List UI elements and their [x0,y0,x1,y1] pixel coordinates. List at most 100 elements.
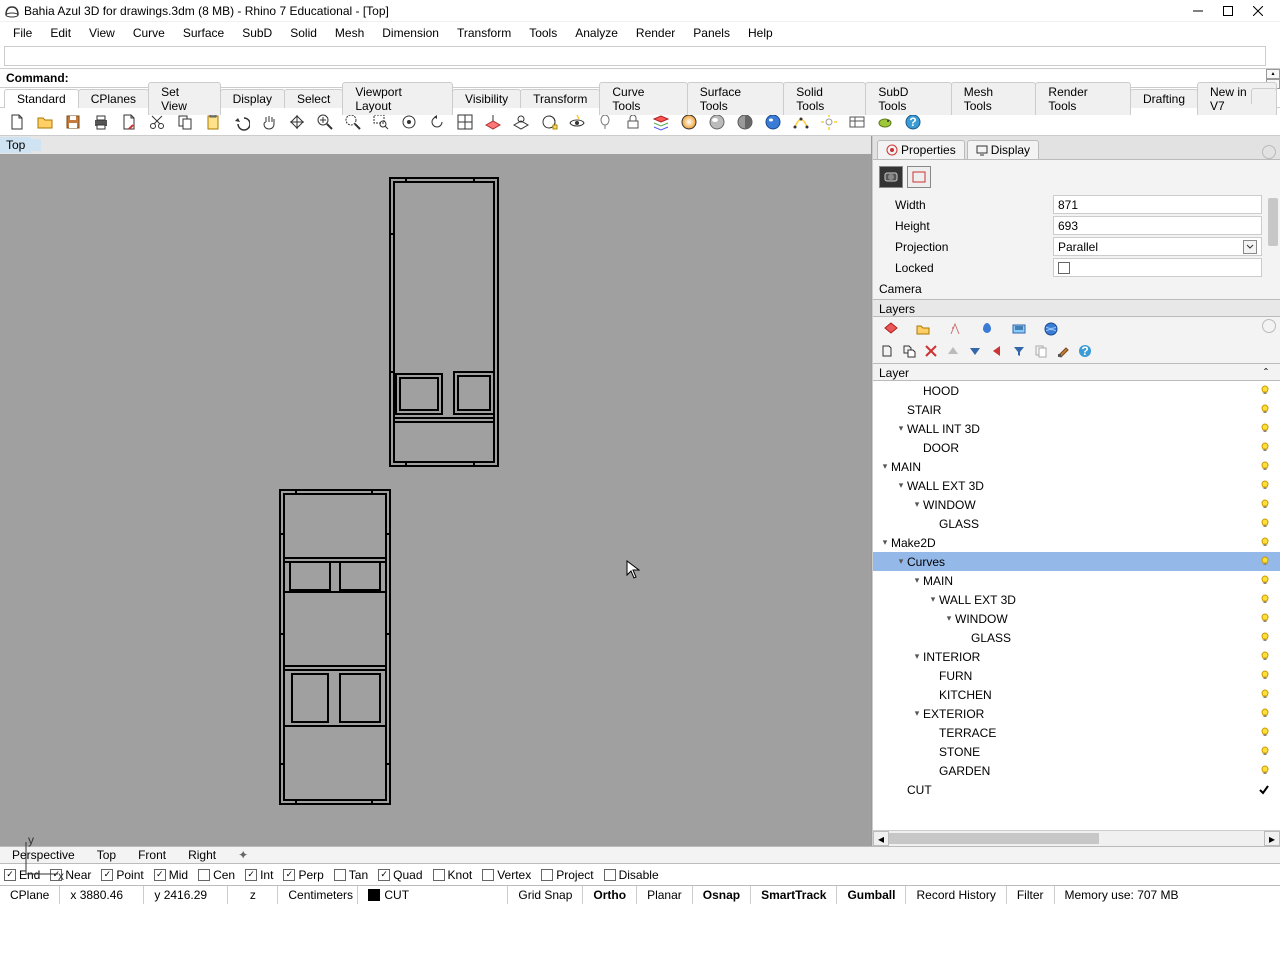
twisty-icon[interactable]: ▾ [895,423,907,434]
twisty-icon[interactable]: ▾ [895,556,907,567]
osnap-perp[interactable]: Perp [283,868,323,882]
checkbox-icon[interactable] [433,869,445,881]
status-osnap[interactable]: Osnap [693,886,751,904]
layer-material-icon[interactable] [947,321,963,337]
layer-row[interactable]: GARDEN [873,761,1280,780]
layer-row[interactable]: STONE [873,742,1280,761]
copy-layer-icon[interactable] [1033,343,1049,359]
prop-height-value[interactable]: 693 [1053,216,1262,235]
set-cplane-icon[interactable] [482,111,504,133]
lightbulb-icon[interactable] [1260,593,1270,607]
twisty-icon[interactable]: ▾ [895,480,907,491]
status-smarttrack[interactable]: SmartTrack [751,886,837,904]
status-layer[interactable]: CUT [358,886,508,904]
show-hide-icon[interactable] [566,111,588,133]
layer-row[interactable]: FURN [873,666,1280,685]
panel-options-icon[interactable] [1262,145,1276,159]
osnap-mid[interactable]: Mid [154,868,188,882]
lightbulb-icon[interactable] [1260,384,1270,398]
tab-transform[interactable]: Transform [520,89,600,108]
checkbox-icon[interactable] [4,869,16,881]
zoom-dynamic-icon[interactable] [314,111,336,133]
tab-display[interactable]: Display [220,89,285,108]
osnap-disable[interactable]: Disable [604,868,659,882]
named-view-icon[interactable] [538,111,560,133]
tab-subdtools[interactable]: SubD Tools [865,82,951,115]
lightbulb-icon[interactable] [1260,574,1270,588]
twisty-icon[interactable]: ▾ [911,499,923,510]
status-cplane[interactable]: CPlane [0,886,60,904]
tab-surfacetools[interactable]: Surface Tools [687,82,785,115]
layers-options-icon[interactable] [1262,319,1276,333]
checkbox-icon[interactable] [541,869,553,881]
object-properties-icon[interactable] [907,166,931,188]
viewport-dropdown-icon[interactable] [29,139,41,151]
viewport-name[interactable]: Top [0,137,31,153]
layer-row[interactable]: HOOD [873,381,1280,400]
layer-row[interactable]: CUT [873,780,1280,799]
checkbox-icon[interactable] [198,869,210,881]
layer-row[interactable]: DOOR [873,438,1280,457]
osnap-int[interactable]: Int [245,868,273,882]
undo-icon[interactable] [230,111,252,133]
layer-row[interactable]: ▾MAIN [873,457,1280,476]
tab-meshtools[interactable]: Mesh Tools [951,82,1037,115]
status-filter[interactable]: Filter [1007,886,1055,904]
lightbulb-icon[interactable] [1260,764,1270,778]
layers-column-header[interactable]: Layer [879,366,1264,378]
gear-icon[interactable] [1251,88,1277,104]
twisty-icon[interactable]: ▾ [911,651,923,662]
menu-view[interactable]: View [80,24,124,42]
twisty-icon[interactable]: ▾ [911,575,923,586]
lightbulb-icon[interactable] [1260,555,1270,569]
status-ortho[interactable]: Ortho [583,886,637,904]
panel-tab-properties[interactable]: Properties [877,140,965,159]
layers-sort-icon[interactable]: ˆ [1264,366,1274,378]
layer-row[interactable]: ▾WINDOW [873,495,1280,514]
checkbox-icon[interactable] [604,869,616,881]
viewtab-right[interactable]: Right [180,848,224,862]
maximize-button[interactable] [1222,5,1234,17]
command-history[interactable] [4,46,1266,66]
minimize-button[interactable] [1192,5,1204,17]
layers-list[interactable]: HOODSTAIR▾WALL INT 3DDOOR▾MAIN▾WALL EXT … [873,381,1280,830]
moveup-icon[interactable] [945,343,961,359]
menu-tools[interactable]: Tools [520,24,566,42]
lightbulb-icon[interactable] [1260,631,1270,645]
twisty-icon[interactable]: ▾ [879,537,891,548]
prop-camera-label[interactable]: Camera [879,282,922,296]
layer-row[interactable]: ▾WINDOW [873,609,1280,628]
lightbulb-icon[interactable] [1260,517,1270,531]
twisty-icon[interactable]: ▾ [911,708,923,719]
checkbox-icon[interactable] [245,869,257,881]
lightbulb-icon[interactable] [1260,707,1270,721]
tab-standard[interactable]: Standard [4,89,79,108]
tools-layer-icon[interactable] [1055,343,1071,359]
lightbulb-icon[interactable] [1260,479,1270,493]
properties-scrollbar[interactable] [1266,194,1280,299]
layer-row[interactable]: ▾INTERIOR [873,647,1280,666]
menu-help[interactable]: Help [739,24,782,42]
layer-row[interactable]: GLASS [873,514,1280,533]
chevron-down-icon[interactable] [1243,240,1257,254]
twisty-icon[interactable]: ▾ [943,613,955,624]
menu-edit[interactable]: Edit [41,24,80,42]
lightbulb-icon[interactable] [1260,688,1270,702]
menu-solid[interactable]: Solid [281,24,326,42]
menu-subd[interactable]: SubD [233,24,281,42]
menu-dimension[interactable]: Dimension [373,24,448,42]
pan-icon[interactable] [258,111,280,133]
tab-setview[interactable]: Set View [148,82,221,115]
checkbox-icon[interactable] [101,869,113,881]
lightbulb-icon[interactable] [1260,498,1270,512]
tab-rendertools[interactable]: Render Tools [1035,82,1131,115]
layer-row[interactable]: ▾Make2D [873,533,1280,552]
layer-row[interactable]: ▾WALL INT 3D [873,419,1280,438]
osnap-point[interactable]: Point [101,868,143,882]
save-icon[interactable] [62,111,84,133]
tab-select[interactable]: Select [284,89,343,108]
close-button[interactable] [1252,5,1264,17]
movedown-icon[interactable] [967,343,983,359]
print-icon[interactable] [90,111,112,133]
worksession-icon[interactable] [118,111,140,133]
